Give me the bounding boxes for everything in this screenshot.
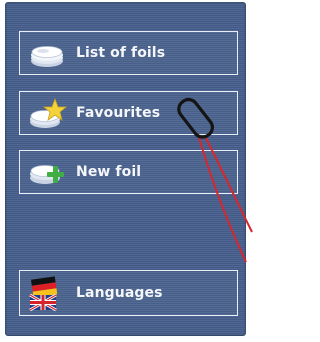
touch-screen: List of foils Favourites New foil Langua… <box>5 2 246 336</box>
favourites-label: Favourites <box>76 105 161 121</box>
languages-button[interactable]: Languages <box>19 270 238 316</box>
flags-icon <box>28 276 68 312</box>
list-of-foils-label: List of foils <box>76 45 166 61</box>
foil-stack-icon <box>28 37 68 71</box>
new-foil-label: New foil <box>76 164 142 180</box>
new-foil-button[interactable]: New foil <box>19 150 238 194</box>
foil-star-icon <box>28 97 68 131</box>
list-of-foils-button[interactable]: List of foils <box>19 31 238 75</box>
device-bezel: List of foils Favourites New foil Langua… <box>0 0 253 342</box>
foil-plus-icon <box>28 156 68 190</box>
languages-label: Languages <box>76 285 163 301</box>
favourites-button[interactable]: Favourites <box>19 91 238 135</box>
